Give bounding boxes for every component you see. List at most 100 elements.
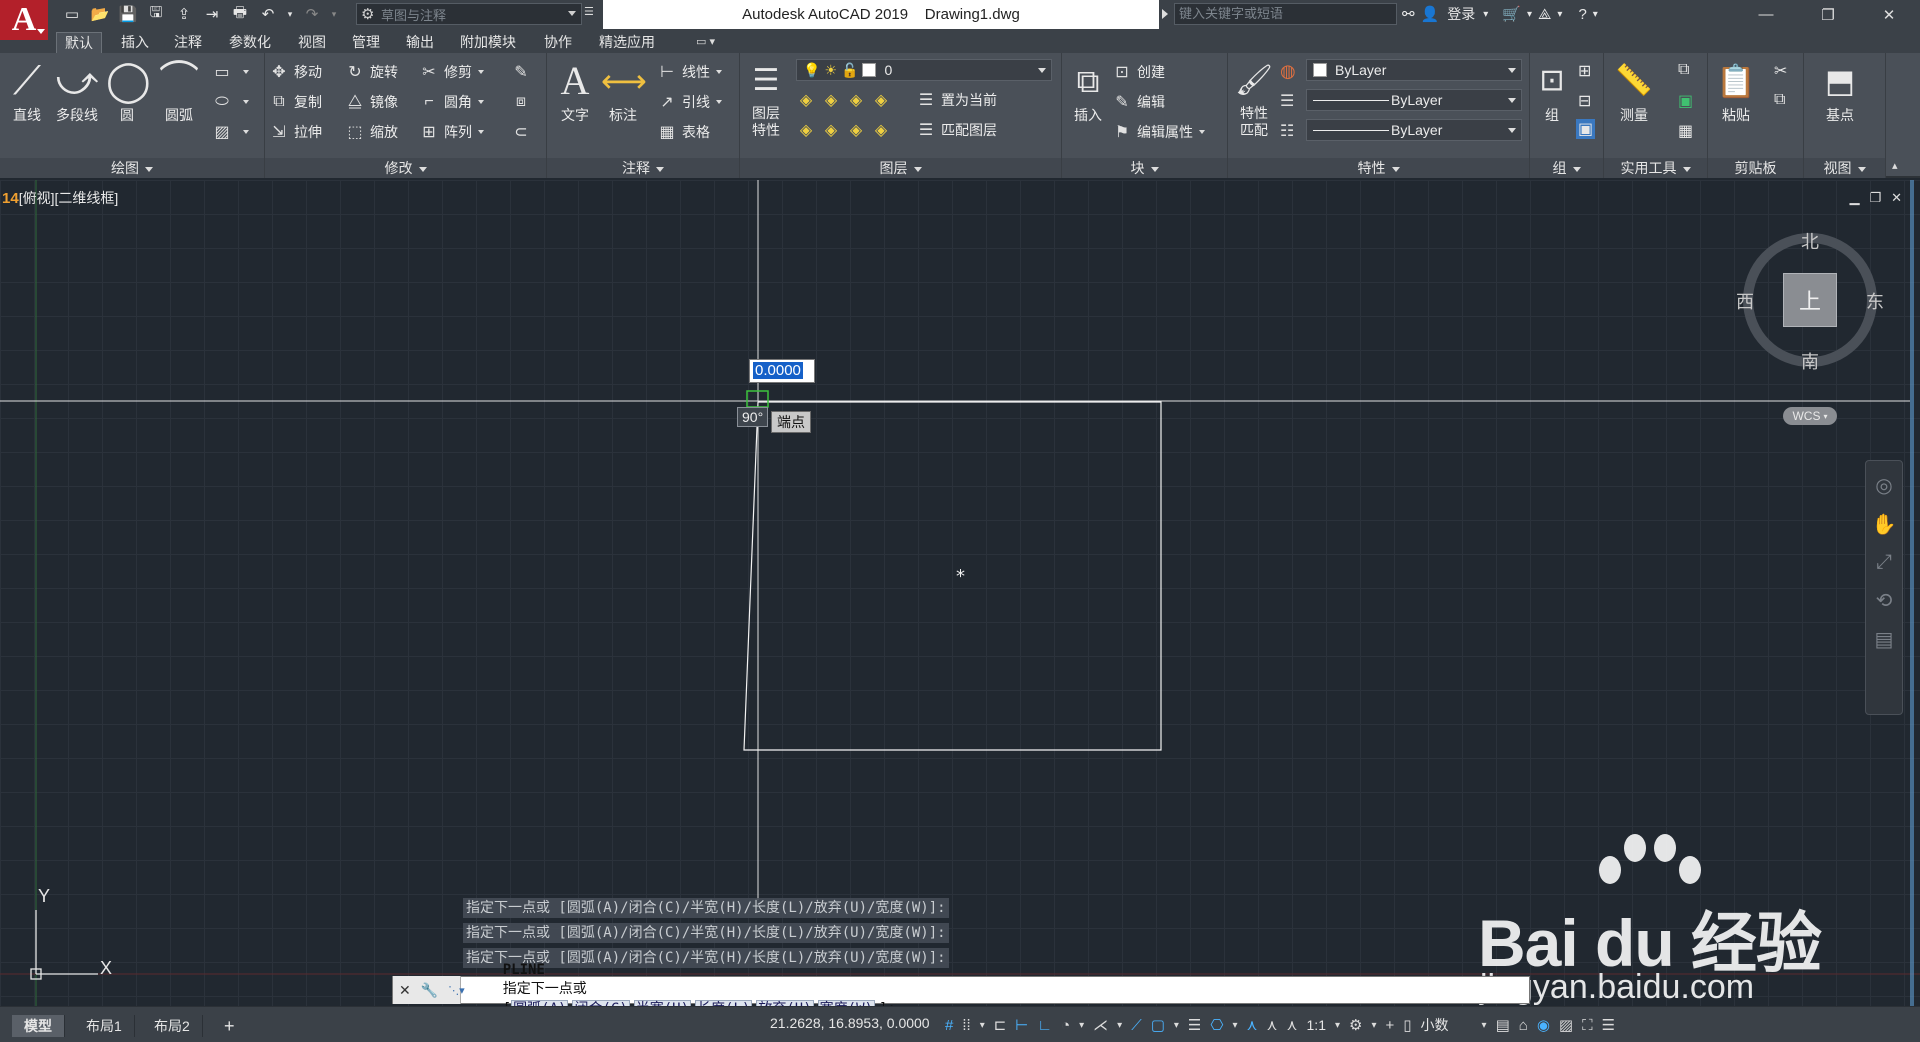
scale-button[interactable]: ⬚ 缩放 <box>345 121 398 143</box>
viewcube-east[interactable]: 东 <box>1866 288 1884 314</box>
trim-button[interactable]: ✂ 修剪 <box>419 61 484 83</box>
linetype-select[interactable]: ByLayer <box>1306 89 1522 111</box>
search-input[interactable]: 键入关键字或短语 <box>1174 3 1397 25</box>
undo-icon[interactable]: ↶ <box>258 5 278 23</box>
application-menu-button[interactable]: A <box>0 0 48 40</box>
ungroup-icon[interactable]: ⊞ <box>1578 61 1591 81</box>
viewport-controls-label[interactable]: 14[俯视][二维线框] <box>2 188 118 208</box>
ortho-icon[interactable]: ∟ <box>1037 1017 1052 1034</box>
panel-annotation-title[interactable]: 注释 <box>547 158 739 178</box>
match-layer-button[interactable]: ☰ 匹配图层 <box>916 119 997 141</box>
rotate-button[interactable]: ↻ 旋转 <box>345 61 398 83</box>
explode-button[interactable]: ⧈ <box>511 91 536 113</box>
cut-icon[interactable]: ✂ <box>1774 61 1787 81</box>
object-snap-tracking-icon[interactable]: ⟋ <box>1131 1017 1142 1034</box>
tab-view[interactable]: 视图 <box>290 32 334 53</box>
group-edit-icon[interactable]: ⊟ <box>1578 91 1591 111</box>
layer-off-icon[interactable]: ◈ <box>796 90 816 110</box>
open-file-icon[interactable]: 📂 <box>90 5 110 23</box>
workspace-dropdown-icon[interactable]: ▾ <box>1371 1020 1376 1031</box>
import-icon[interactable]: ⇥ <box>202 5 222 23</box>
quick-properties-icon[interactable]: ▤ <box>1496 1016 1510 1034</box>
help-dropdown-icon[interactable]: ▾ <box>1593 9 1598 20</box>
showmotion-icon[interactable]: ▤ <box>1875 627 1894 652</box>
tab-home[interactable]: 默认 <box>56 32 102 53</box>
edit-attributes-button[interactable]: ⚑ 编辑属性 <box>1112 121 1205 143</box>
hatch-button[interactable]: ▨ <box>212 121 249 143</box>
viewcube-south[interactable]: 南 <box>1801 348 1819 374</box>
panel-groups-title[interactable]: 组 <box>1530 158 1603 178</box>
viewcube-top-face[interactable]: 上 <box>1783 273 1837 327</box>
redo-icon[interactable]: ↷ <box>302 5 322 23</box>
restore-button[interactable]: ❐ <box>1801 0 1855 29</box>
set-current-layer-button[interactable]: ☰ 置为当前 <box>916 89 997 111</box>
panel-view-title[interactable]: 视图 <box>1804 158 1885 178</box>
layer-thaw-icon[interactable]: ◈ <box>846 120 866 140</box>
create-block-button[interactable]: ⊡ 创建 <box>1112 61 1165 83</box>
layout-tab-2[interactable]: 布局2 <box>142 1015 203 1037</box>
redo-dropdown-icon[interactable]: ▾ <box>330 5 338 23</box>
layout-tab-model[interactable]: 模型 <box>12 1015 65 1037</box>
panel-modify-title[interactable]: 修改 <box>265 158 546 178</box>
dynamic-input-icon[interactable]: ⊢ <box>1015 1016 1028 1034</box>
quick-select-icon[interactable]: ⧉ <box>1678 61 1689 79</box>
annotation-visibility-icon[interactable]: ⋏ <box>1247 1016 1258 1034</box>
viewcube-west[interactable]: 西 <box>1736 288 1754 314</box>
tab-annotate[interactable]: 注释 <box>166 32 210 53</box>
customize-qat-icon[interactable]: ☰ <box>584 5 598 23</box>
copy-button[interactable]: ⧉ 复制 <box>269 91 322 113</box>
close-icon[interactable]: ✕ <box>399 982 411 999</box>
snap-icon[interactable]: ⁞⁞ <box>962 1017 970 1034</box>
isodraft-dropdown-icon[interactable]: ▾ <box>1117 1020 1122 1031</box>
selection-cycling-icon[interactable]: ⎔ <box>1210 1016 1223 1034</box>
group-button[interactable]: ⊡ 组 <box>1534 57 1570 125</box>
add-layout-button[interactable]: + <box>212 1015 247 1037</box>
layer-lock-icon[interactable]: ◈ <box>871 90 891 110</box>
rectangle-button[interactable]: ▭ <box>212 61 249 83</box>
layer-unisolate-icon[interactable]: ◈ <box>821 120 841 140</box>
cart-icon[interactable]: 🛒 <box>1502 5 1521 23</box>
panel-layers-title[interactable]: 图层 <box>740 158 1061 178</box>
polyline-shape[interactable] <box>743 401 1162 751</box>
layer-freeze-icon[interactable]: ◈ <box>846 90 866 110</box>
grid-icon[interactable]: # <box>945 1017 953 1034</box>
color-select[interactable]: ByLayer <box>1306 59 1522 81</box>
a360-dropdown-icon[interactable]: ▾ <box>1557 9 1562 20</box>
user-icon[interactable]: 👤 <box>1421 5 1440 23</box>
layer-isolate-icon[interactable]: ◈ <box>821 90 841 110</box>
undo-dropdown-icon[interactable]: ▾ <box>286 5 294 23</box>
tab-parametric[interactable]: 参数化 <box>221 32 279 53</box>
base-view-button[interactable]: ⬒ 基点 <box>1814 57 1866 125</box>
plot-icon[interactable]: 🖶 <box>230 4 250 23</box>
orbit-icon[interactable]: ⟲ <box>1876 588 1893 613</box>
layer-on-icon[interactable]: ◈ <box>796 120 816 140</box>
tab-output[interactable]: 输出 <box>398 32 442 53</box>
polar-tracking-icon[interactable]: ◔ <box>1061 1017 1070 1034</box>
binoculars-icon[interactable]: ⚯ <box>1402 5 1415 23</box>
workspace-select[interactable]: ⚙ 草图与注释 <box>356 3 582 25</box>
annotation-scale-value[interactable]: 1:1 <box>1307 1017 1326 1033</box>
expand-search-icon[interactable] <box>1162 9 1168 19</box>
osnap-dropdown-icon[interactable]: ▾ <box>1174 1020 1179 1031</box>
save-icon[interactable]: 💾 <box>118 5 138 23</box>
array-button[interactable]: ⊞ 阵列 <box>419 121 484 143</box>
copy-clip-icon[interactable]: ⧉ <box>1774 91 1785 109</box>
text-button[interactable]: A 文字 <box>553 57 597 125</box>
drawing-canvas[interactable]: * 14[俯视][二维线框] ▁ ❐ ✕ 北 南 西 东 上 WCS ▾ ◎ ✋ … <box>0 180 1920 1006</box>
viewport-minimize-icon[interactable]: ▁ <box>1849 190 1859 206</box>
ribbon-display-toggle-icon[interactable]: ▭ ▾ <box>696 35 732 49</box>
lock-ui-icon[interactable]: ⌂ <box>1519 1017 1528 1034</box>
wrench-icon[interactable]: 🔧 <box>421 982 438 999</box>
clean-screen-icon[interactable]: ⛶ <box>1582 1017 1593 1034</box>
units-dropdown-icon[interactable]: ▾ <box>1482 1020 1487 1031</box>
command-line[interactable]: ✕ 🔧 ⋱▾ PLINE 指定下一点或 [圆弧(A)闭合(C)半宽(H)长度(L… <box>392 962 1530 1018</box>
layer-properties-button[interactable]: ☰ 图层 特性 <box>744 57 788 139</box>
tab-insert[interactable]: 插入 <box>113 32 157 53</box>
erase-button[interactable]: ✎ <box>511 61 536 83</box>
table-button[interactable]: ▦ 表格 <box>657 121 710 143</box>
offset-button[interactable]: ⊂ <box>511 121 536 143</box>
close-button[interactable]: ✕ <box>1862 0 1916 29</box>
insert-block-button[interactable]: ⧉ 插入 <box>1066 57 1110 125</box>
viewcube-north[interactable]: 北 <box>1801 228 1819 254</box>
mirror-button[interactable]: ⧋ 镜像 <box>345 91 398 113</box>
